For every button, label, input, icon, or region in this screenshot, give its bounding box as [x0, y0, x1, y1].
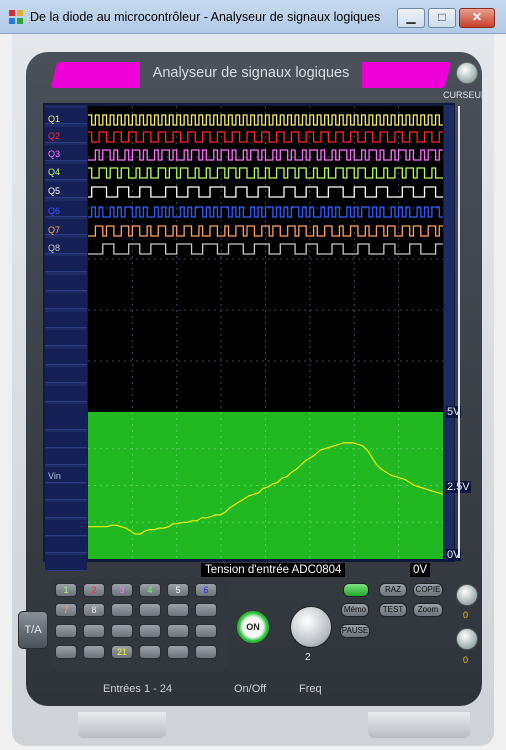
channel-label-q7: Q7 [48, 225, 61, 235]
channel-slot [45, 330, 87, 346]
frequency-value: 2 [305, 652, 311, 663]
input-button[interactable] [195, 603, 217, 617]
input-button-7[interactable]: 7 [55, 603, 77, 617]
onoff-caption: On/Off [234, 683, 267, 695]
input-button[interactable] [167, 624, 189, 638]
input-button[interactable] [111, 624, 133, 638]
logic-traces-svg [88, 106, 443, 412]
freq-caption: Freq [299, 683, 322, 695]
window-title: De la diode au microcontrôleur - Analyse… [30, 10, 381, 24]
input-button-6[interactable]: 6 [195, 583, 217, 597]
close-button[interactable]: ✕ [459, 8, 495, 28]
zero-voltage-label: 0V [410, 563, 431, 577]
channel-label-q6: Q6 [48, 206, 61, 216]
on-off-button[interactable]: ON [236, 610, 270, 644]
channel-slot [45, 348, 87, 365]
channel-label-q4: Q4 [48, 167, 61, 177]
adjust-knob-1[interactable] [456, 584, 478, 606]
input-button[interactable] [195, 624, 217, 638]
adjust-knob-1-value: 0 [463, 610, 469, 620]
app-window-icon [9, 10, 23, 24]
minimize-button[interactable]: ▁ [397, 8, 425, 28]
logic-trace-q4 [88, 167, 443, 179]
zoom-button[interactable]: Zoom [413, 603, 443, 617]
input-button[interactable] [139, 645, 161, 659]
logic-trace-q3 [88, 149, 443, 161]
channel-label-q3: Q3 [48, 149, 61, 159]
device-foot-left [78, 712, 166, 738]
channel-slot [45, 274, 87, 291]
input-button-2[interactable]: 2 [83, 583, 105, 597]
input-button-4[interactable]: 4 [139, 583, 161, 597]
channel-slot [45, 554, 87, 571]
analog-trace-area [88, 412, 444, 559]
inputs-caption: Entrées 1 - 24 [103, 683, 173, 695]
channel-slot [45, 311, 87, 328]
channel-slot [45, 414, 87, 430]
channel-slot [45, 385, 87, 402]
input-button[interactable] [167, 603, 189, 617]
pause-button[interactable]: PAUSE [340, 624, 370, 638]
cursor-label: CURSEUR [443, 90, 488, 100]
channel-label-q2: Q2 [48, 131, 61, 141]
channel-label-q8: Q8 [48, 243, 61, 253]
input-button[interactable] [55, 645, 77, 659]
input-button[interactable] [139, 624, 161, 638]
status-led-button[interactable] [343, 583, 369, 597]
channel-slot [45, 484, 87, 501]
analog-caption: Tension d'entrée ADC0804 [201, 563, 346, 577]
cursor-line[interactable] [458, 106, 460, 558]
channel-slot [45, 502, 87, 518]
logic-trace-area [88, 106, 443, 412]
input-button[interactable] [83, 624, 105, 638]
input-button-5[interactable]: 5 [167, 583, 189, 597]
input-button[interactable] [55, 624, 77, 638]
input-button[interactable] [83, 645, 105, 659]
channel-slot [45, 293, 87, 309]
adjust-knob-2[interactable] [456, 628, 478, 650]
input-button-8[interactable]: 8 [83, 603, 105, 617]
logic-trace-q1 [88, 114, 443, 126]
input-button[interactable] [111, 603, 133, 617]
device-foot-right [368, 712, 470, 738]
input-button[interactable] [195, 645, 217, 659]
analyzer-title: Analyseur de signaux logiques [152, 65, 350, 81]
channel-slot [45, 449, 87, 466]
raz-button[interactable]: RAZ [379, 583, 407, 597]
frequency-knob[interactable] [290, 606, 332, 648]
channel-slot [45, 256, 87, 272]
input-button[interactable] [139, 603, 161, 617]
memo-button[interactable]: Mémo [341, 603, 369, 617]
channel-slot [45, 537, 87, 554]
input-button[interactable] [167, 645, 189, 659]
window-titlebar: De la diode au microcontrôleur - Analyse… [0, 0, 506, 34]
maximize-button[interactable]: □ [428, 8, 456, 28]
input-button-3[interactable]: 3 [111, 583, 133, 597]
analog-trace-svg [88, 412, 444, 559]
ta-button[interactable]: T/A [18, 611, 48, 649]
input-button-21[interactable]: 21 [111, 645, 133, 659]
input-button-1[interactable]: 1 [55, 583, 77, 597]
channel-slot [45, 367, 87, 383]
test-button[interactable]: TEST [379, 603, 407, 617]
vin-label: Vin [48, 471, 61, 481]
cursor-knob[interactable] [456, 62, 478, 84]
channel-slot [45, 519, 87, 536]
channel-label-q5: Q5 [48, 186, 61, 196]
channel-slot [45, 431, 87, 448]
channel-label-q1: Q1 [48, 114, 61, 124]
copie-button[interactable]: COPIE [413, 583, 443, 597]
adjust-knob-2-value: 0 [463, 655, 469, 665]
